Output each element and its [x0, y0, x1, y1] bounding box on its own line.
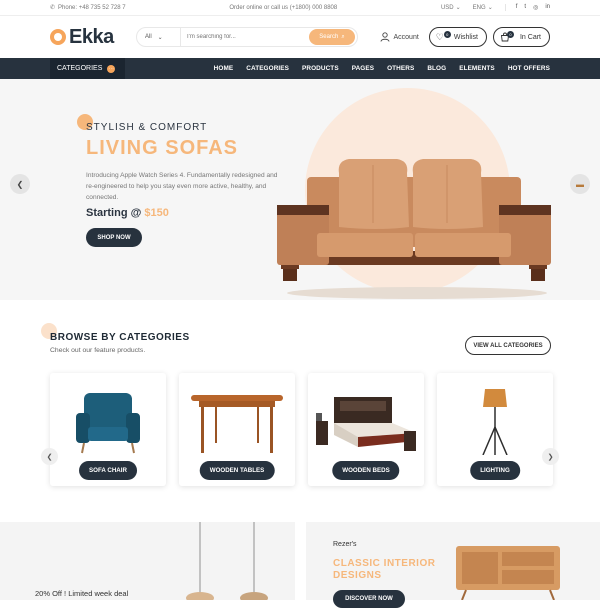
categories-section: BROWSE BY CATEGORIES Check out our featu… — [0, 300, 600, 513]
search-bar: All ⌄ Search ⌕ — [136, 27, 358, 47]
phone-icon: ✆ — [50, 5, 56, 11]
facebook-icon[interactable]: f — [516, 4, 518, 11]
hero-price-label: Starting @ — [86, 207, 142, 219]
floor-lamp-image — [482, 389, 508, 455]
account-link[interactable]: Account — [380, 32, 419, 42]
nav-hot-offers[interactable]: HOT OFFERS — [508, 65, 550, 72]
phone-info: ✆ Phone: +48 735 52 728 7 — [50, 4, 126, 12]
language-select[interactable]: ENG ⌄ — [472, 4, 493, 12]
currency-value: USD — [440, 4, 454, 11]
nav-others[interactable]: OTHERS — [387, 65, 414, 72]
language-value: ENG — [472, 4, 486, 11]
categories-subheading: Check out our feature products. — [50, 347, 146, 354]
top-bar: ✆ Phone: +48 735 52 728 7 Order online o… — [0, 0, 600, 16]
promo-title: CLASSIC INTERIOR DESIGNS — [333, 558, 436, 581]
categories-menu-label: CATEGORIES — [57, 65, 103, 72]
category-label: SOFA CHAIR — [79, 461, 137, 480]
promo-banners: 20% Off ! Limited week deal Rezer's CLAS… — [0, 522, 600, 608]
hero-description: Introducing Apple Watch Series 4. Fundam… — [86, 172, 278, 201]
chevron-left-icon: ❮ — [16, 179, 24, 189]
chevron-down-icon: ⌄ — [455, 5, 461, 11]
category-card-wooden-beds[interactable]: WOODEN BEDS — [308, 373, 424, 486]
account-label: Account — [393, 33, 419, 41]
hero-title: LIVING SOFAS — [86, 137, 239, 159]
search-input[interactable] — [181, 28, 309, 46]
search-category-select[interactable]: All ⌄ — [137, 28, 181, 46]
search-button[interactable]: Search ⌕ — [309, 29, 355, 45]
nav-elements[interactable]: ELEMENTS — [459, 65, 495, 72]
promo-offer-text: 20% Off ! Limited week deal — [35, 589, 129, 598]
category-label: WOODEN BEDS — [332, 461, 400, 480]
category-card-lighting[interactable]: LIGHTING — [437, 373, 553, 486]
promo-text: Order online or call us (+1800) 000 8808 — [229, 4, 338, 11]
category-card-sofa-chair[interactable]: SOFA CHAIR — [50, 373, 166, 486]
user-icon — [381, 32, 390, 42]
cart-button[interactable]: 0 In Cart — [492, 27, 550, 47]
category-label: WOODEN TABLES — [199, 461, 275, 480]
wishlist-count-badge: 0 — [443, 31, 451, 38]
nav-categories[interactable]: CATEGORIES — [246, 65, 289, 72]
logo-text: Ekka — [69, 25, 114, 48]
categories-heading: BROWSE BY CATEGORIES — [50, 332, 190, 343]
chevron-left-icon: ❮ — [46, 453, 53, 461]
categories-next-button[interactable]: ❯ — [542, 448, 559, 465]
wishlist-label: Wishlist — [453, 33, 478, 41]
wooden-table-image — [191, 395, 283, 453]
hero-price: Starting @ $150 — [86, 207, 169, 219]
header: Ekka All ⌄ Search ⌕ Account ♡ 0 Wishlist — [0, 16, 600, 58]
logo[interactable]: Ekka — [50, 26, 136, 49]
heart-icon: ♡ — [435, 31, 444, 42]
cart-count-badge: 0 — [506, 31, 514, 38]
hero-slider: STYLISH & COMFORT LIVING SOFAS Introduci… — [0, 79, 600, 300]
chevron-right-icon: ❯ — [547, 453, 554, 461]
twitter-icon[interactable]: t — [524, 4, 526, 11]
category-card-wooden-tables[interactable]: WOODEN TABLES — [179, 373, 295, 486]
sofa-image — [277, 159, 551, 299]
hero-eyebrow: STYLISH & COMFORT — [86, 122, 208, 133]
shop-now-button[interactable]: SHOP NOW — [86, 228, 142, 247]
nav-pages[interactable]: PAGES — [352, 65, 374, 72]
instagram-icon[interactable]: ◎ — [533, 4, 538, 11]
nav-blog[interactable]: BLOG — [427, 65, 446, 72]
nav-products[interactable]: PRODUCTS — [302, 65, 339, 72]
sofa-chair-image — [76, 393, 140, 454]
view-all-categories-button[interactable]: VIEW ALL CATEGORIES — [465, 336, 551, 355]
chevron-down-icon: ⌄ — [157, 34, 163, 41]
wooden-bed-image — [316, 397, 416, 451]
search-icon: ⌕ — [341, 33, 345, 40]
sofa-thumb-icon: ▬ — [576, 179, 584, 189]
social-links: f t ◎ in — [504, 4, 550, 11]
category-label: LIGHTING — [470, 461, 520, 480]
promo-banner-lights[interactable]: 20% Off ! Limited week deal — [0, 522, 295, 600]
categories-menu-button[interactable]: CATEGORIES ⋯ — [50, 58, 125, 79]
slider-next-button[interactable]: ▬ — [570, 174, 590, 194]
main-nav: CATEGORIES ⋯ HOME CATEGORIES PRODUCTS PA… — [0, 58, 600, 79]
linkedin-icon[interactable]: in — [545, 4, 550, 11]
search-category-value: All — [145, 34, 152, 40]
logo-icon — [50, 29, 66, 45]
promo-banner-interior[interactable]: Rezer's CLASSIC INTERIOR DESIGNS DISCOVE… — [306, 522, 600, 608]
promo-brand: Rezer's — [333, 541, 357, 548]
cart-label: In Cart — [519, 33, 541, 41]
chevron-down-icon: ⌄ — [487, 5, 493, 11]
phone-text: Phone: +48 735 52 728 7 — [58, 4, 126, 11]
search-button-label: Search — [319, 34, 339, 40]
slider-prev-button[interactable]: ❮ — [10, 174, 30, 194]
wishlist-button[interactable]: ♡ 0 Wishlist — [428, 27, 487, 47]
hero-price-value: $150 — [144, 207, 169, 219]
nav-home[interactable]: HOME — [214, 65, 234, 72]
discover-now-button[interactable]: DISCOVER NOW — [333, 590, 405, 608]
currency-select[interactable]: USD ⌄ — [440, 4, 461, 12]
categories-prev-button[interactable]: ❮ — [41, 448, 58, 465]
grid-icon: ⋯ — [107, 64, 116, 73]
